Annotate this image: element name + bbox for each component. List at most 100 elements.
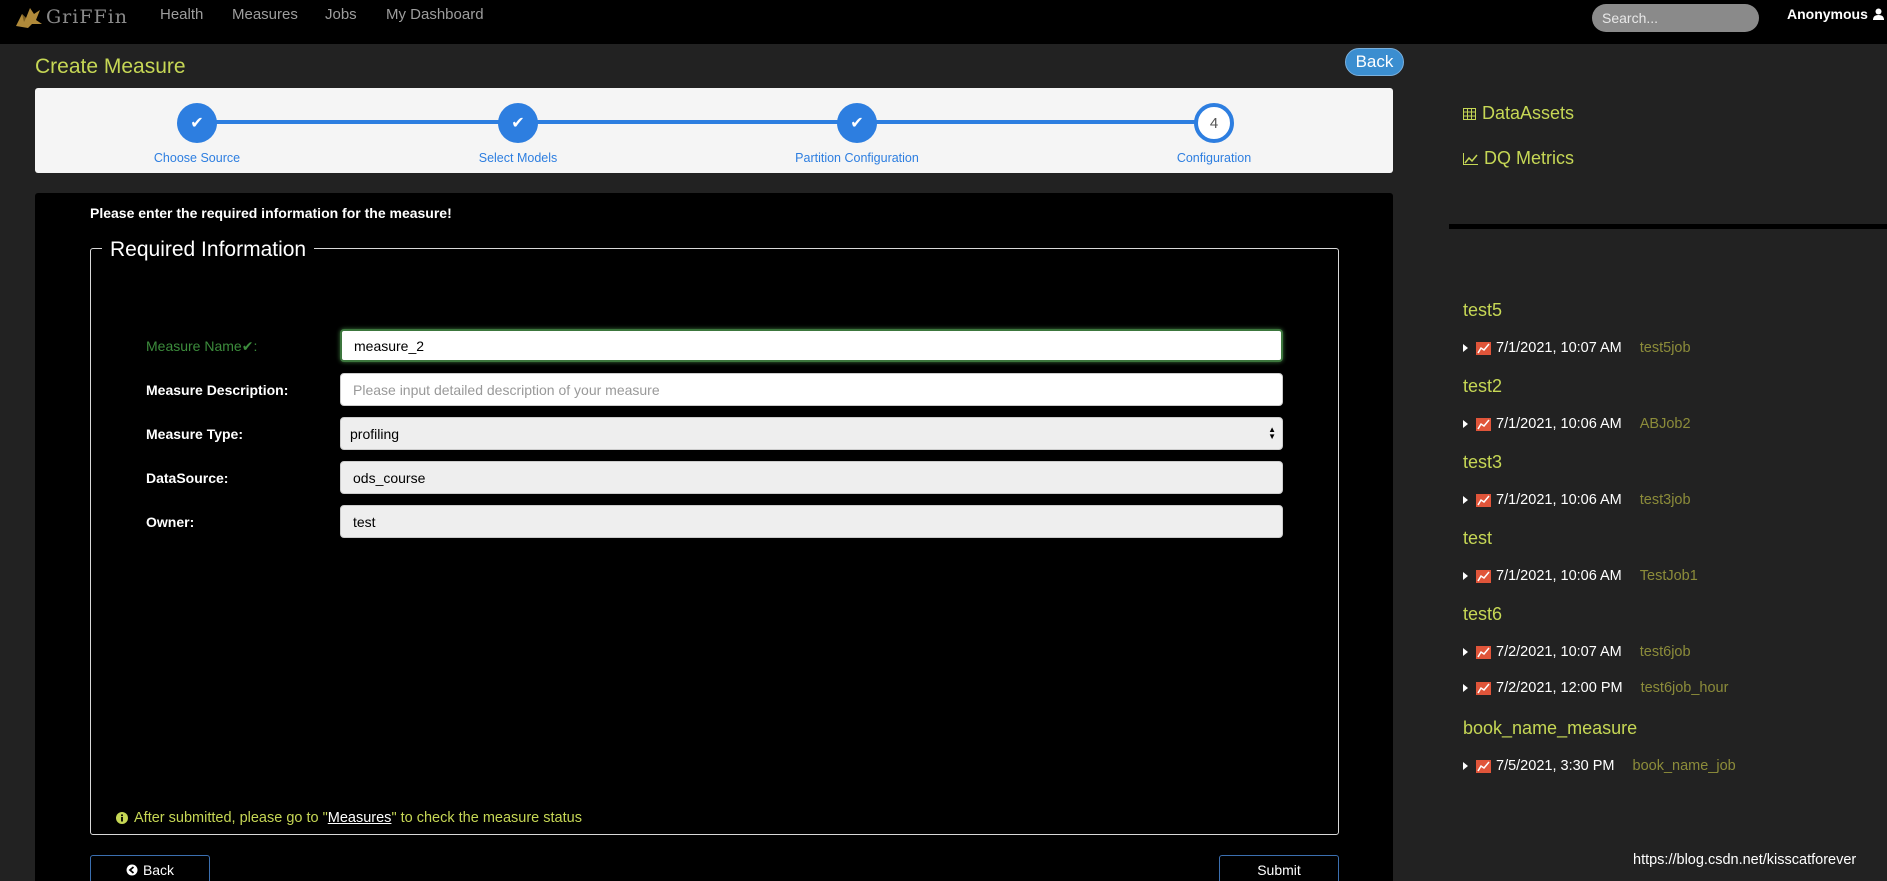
logo-text: GriFFin bbox=[46, 6, 129, 28]
right-sidebar bbox=[1449, 44, 1887, 881]
form-back-button[interactable]: Back bbox=[90, 855, 210, 881]
sidebar-item-label: DQ Metrics bbox=[1484, 148, 1574, 168]
metric-timestamp: 7/1/2021, 10:06 AM bbox=[1496, 492, 1622, 508]
page-title: Create Measure bbox=[35, 55, 186, 78]
measure-description-label: Measure Description: bbox=[146, 382, 289, 398]
label-suffix: : bbox=[253, 338, 258, 354]
step-configuration[interactable]: 4 Configuration bbox=[1114, 103, 1314, 165]
metric-group-name[interactable]: test3 bbox=[1463, 452, 1502, 473]
nav-measures[interactable]: Measures bbox=[232, 6, 298, 23]
metric-row[interactable]: 7/5/2021, 3:30 PM book_name_job bbox=[1463, 758, 1736, 774]
check-icon: ✔ bbox=[837, 103, 877, 143]
nav-my-dashboard[interactable]: My Dashboard bbox=[386, 6, 484, 23]
user-name: Anonymous bbox=[1787, 6, 1868, 22]
step-label: Select Models bbox=[478, 151, 558, 165]
measure-type-label: Measure Type: bbox=[146, 426, 243, 442]
fieldset-legend: Required Information bbox=[102, 238, 315, 262]
griffin-logo[interactable]: GriFFin bbox=[14, 2, 128, 32]
checkmark-icon: ✔ bbox=[241, 338, 254, 354]
metric-job-name[interactable]: test6job bbox=[1640, 644, 1691, 660]
metric-job-name[interactable]: TestJob1 bbox=[1640, 568, 1698, 584]
datasource-label: DataSource: bbox=[146, 470, 229, 486]
user-menu[interactable]: Anonymous bbox=[1787, 6, 1884, 22]
sidebar-item-dataassets[interactable]: DataAssets bbox=[1463, 103, 1574, 124]
info-icon bbox=[116, 812, 128, 824]
owner-label: Owner: bbox=[146, 514, 195, 530]
step-select-models[interactable]: ✔ Select Models bbox=[418, 103, 618, 165]
measure-name-label: Measure Name✔: bbox=[146, 338, 257, 355]
sidebar-item-dq-metrics[interactable]: DQ Metrics bbox=[1463, 148, 1574, 169]
metric-row[interactable]: 7/1/2021, 10:07 AM test5job bbox=[1463, 340, 1691, 356]
metric-timestamp: 7/2/2021, 12:00 PM bbox=[1496, 680, 1623, 696]
submit-label: Submit bbox=[1257, 862, 1301, 878]
metric-group-name[interactable]: book_name_measure bbox=[1463, 718, 1637, 739]
expand-caret-icon[interactable] bbox=[1463, 420, 1468, 428]
metric-row[interactable]: 7/2/2021, 10:07 AM test6job bbox=[1463, 644, 1691, 660]
metric-job-name[interactable]: book_name_job bbox=[1633, 758, 1736, 774]
expand-caret-icon[interactable] bbox=[1463, 684, 1468, 692]
metric-group-name[interactable]: test2 bbox=[1463, 376, 1502, 397]
metric-job-name[interactable]: test5job bbox=[1640, 340, 1691, 356]
measure-description-input[interactable] bbox=[353, 381, 1270, 398]
sidebar-item-label: DataAssets bbox=[1482, 103, 1575, 123]
area-chart-icon bbox=[1476, 569, 1491, 583]
area-chart-icon bbox=[1476, 681, 1491, 695]
nav-jobs[interactable]: Jobs bbox=[325, 6, 357, 23]
expand-caret-icon[interactable] bbox=[1463, 344, 1468, 352]
area-chart-icon bbox=[1476, 493, 1491, 507]
measures-link[interactable]: Measures bbox=[328, 810, 392, 826]
metric-group-name[interactable]: test5 bbox=[1463, 300, 1502, 321]
area-chart-icon bbox=[1476, 759, 1491, 773]
owner-value: test bbox=[353, 513, 376, 530]
watermark: https://blog.csdn.net/kisscatforever bbox=[1633, 852, 1857, 868]
datasource-value: ods_course bbox=[353, 469, 426, 486]
submit-button[interactable]: Submit bbox=[1219, 855, 1339, 881]
metric-group-name[interactable]: test bbox=[1463, 528, 1492, 549]
griffin-logo-icon bbox=[16, 8, 42, 28]
metric-job-name[interactable]: test3job bbox=[1640, 492, 1691, 508]
label-text: Measure Name bbox=[146, 338, 242, 354]
owner-field: test bbox=[340, 505, 1283, 538]
step-label: Choose Source bbox=[153, 151, 241, 165]
metric-row[interactable]: 7/1/2021, 10:06 AM ABJob2 bbox=[1463, 416, 1691, 432]
sidebar-divider bbox=[1449, 224, 1887, 229]
form-back-label: Back bbox=[142, 862, 175, 878]
metric-job-name[interactable]: test6job_hour bbox=[1641, 680, 1729, 696]
area-chart-icon bbox=[1476, 645, 1491, 659]
step-label: Configuration bbox=[1176, 151, 1252, 165]
step-partition-configuration[interactable]: ✔ Partition Configuration bbox=[757, 103, 957, 165]
metric-row[interactable]: 7/2/2021, 12:00 PM test6job_hour bbox=[1463, 680, 1728, 696]
metric-timestamp: 7/1/2021, 10:06 AM bbox=[1496, 568, 1622, 584]
metric-row[interactable]: 7/1/2021, 10:06 AM TestJob1 bbox=[1463, 568, 1698, 584]
check-icon: ✔ bbox=[177, 103, 217, 143]
expand-caret-icon[interactable] bbox=[1463, 496, 1468, 504]
area-chart-icon bbox=[1476, 341, 1491, 355]
measure-type-select[interactable]: profiling ▲ ▼ bbox=[340, 417, 1283, 450]
metric-timestamp: 7/1/2021, 10:07 AM bbox=[1496, 340, 1622, 356]
metric-job-name[interactable]: ABJob2 bbox=[1640, 416, 1691, 432]
submit-note: After submitted, please go to "Measures"… bbox=[116, 810, 582, 826]
expand-caret-icon[interactable] bbox=[1463, 572, 1468, 580]
form-intro: Please enter the required information fo… bbox=[90, 205, 452, 221]
back-button[interactable]: Back bbox=[1345, 48, 1404, 76]
wizard-stepper: ✔ Choose Source ✔ Select Models ✔ Partit… bbox=[35, 88, 1393, 173]
search-input[interactable] bbox=[1592, 4, 1759, 32]
metric-row[interactable]: 7/1/2021, 10:06 AM test3job bbox=[1463, 492, 1691, 508]
expand-caret-icon[interactable] bbox=[1463, 648, 1468, 656]
select-arrows-icon: ▲ ▼ bbox=[1268, 425, 1276, 441]
nav-health[interactable]: Health bbox=[160, 6, 203, 23]
circle-arrow-left-icon bbox=[126, 864, 138, 876]
measure-description-field[interactable] bbox=[340, 373, 1283, 406]
measure-name-field[interactable] bbox=[340, 329, 1283, 362]
metric-group-name[interactable]: test6 bbox=[1463, 604, 1502, 625]
line-chart-icon bbox=[1463, 152, 1478, 165]
step-label: Partition Configuration bbox=[795, 151, 919, 165]
measure-name-input[interactable] bbox=[354, 337, 1269, 354]
note-text-before: After submitted, please go to " bbox=[134, 810, 328, 826]
step-choose-source[interactable]: ✔ Choose Source bbox=[97, 103, 297, 165]
top-navbar: GriFFin Health Measures Jobs My Dashboar… bbox=[0, 0, 1887, 44]
user-icon bbox=[1872, 8, 1884, 20]
expand-caret-icon[interactable] bbox=[1463, 762, 1468, 770]
measure-type-value: profiling bbox=[350, 425, 400, 442]
datasource-field: ods_course bbox=[340, 461, 1283, 494]
